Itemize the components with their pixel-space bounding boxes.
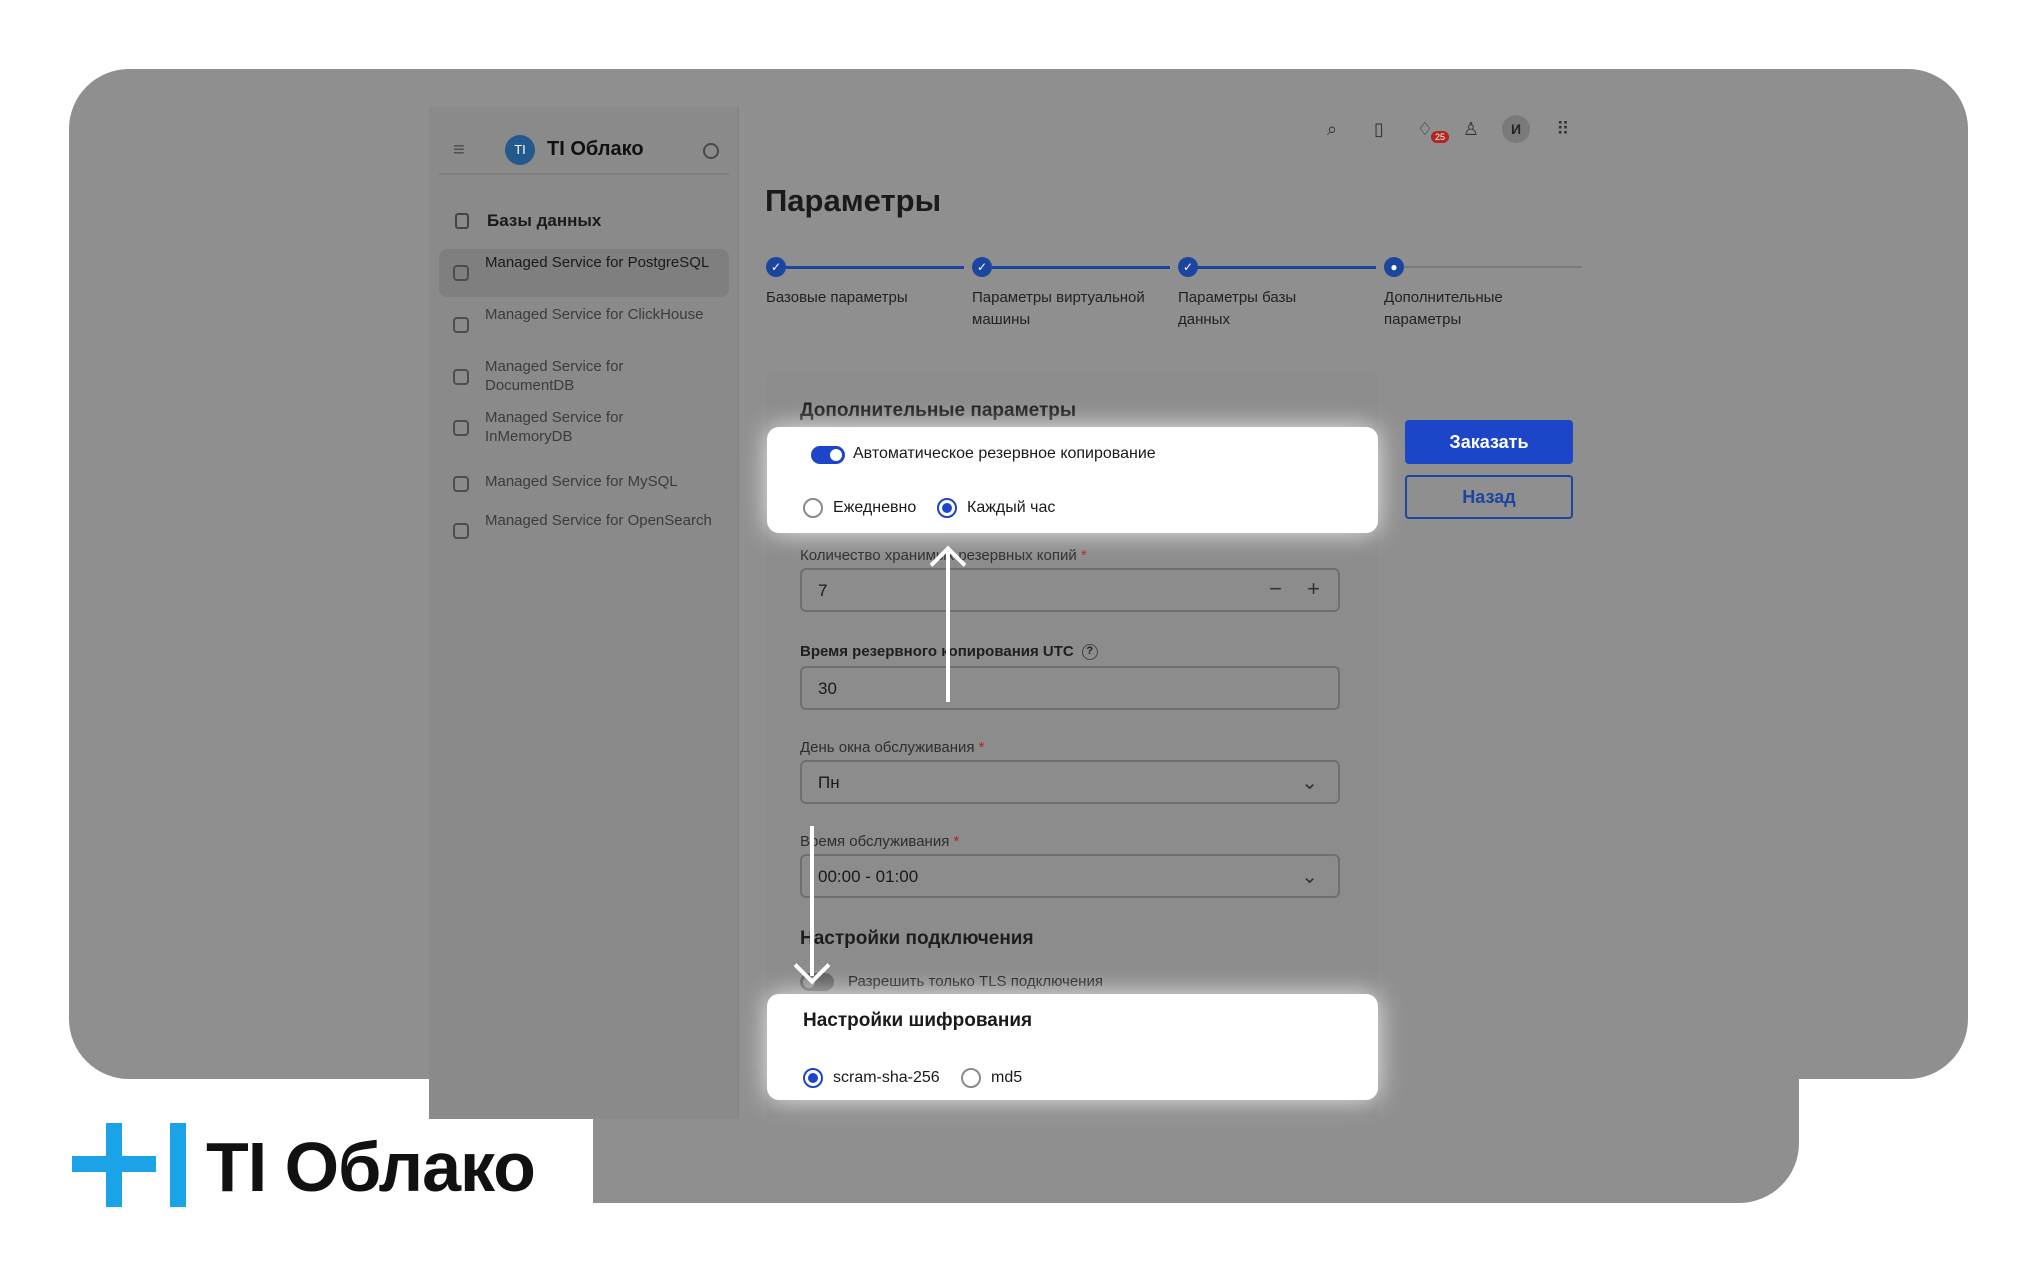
md5-radio[interactable] bbox=[961, 1068, 981, 1088]
logo-text: TI Облако bbox=[547, 138, 644, 160]
brand-logo: TI Облако bbox=[72, 1123, 552, 1207]
maintenance-day-value: Пн bbox=[818, 773, 840, 792]
sidebar-item-label: Managed Service for DocumentDB bbox=[485, 358, 624, 394]
mysql-icon bbox=[453, 476, 469, 492]
sidebar-item-label: Managed Service for InMemoryDB bbox=[485, 409, 624, 445]
documentdb-icon bbox=[453, 369, 469, 385]
sidebar-item-label: Managed Service for OpenSearch bbox=[485, 512, 712, 529]
sidebar-item-documentdb[interactable]: Managed Service for DocumentDB bbox=[439, 353, 729, 401]
step-current-icon: ● bbox=[1384, 257, 1404, 277]
maintenance-time-label: Время обслуживания * bbox=[800, 833, 960, 850]
scram-sha-256-label: scram-sha-256 bbox=[833, 1069, 940, 1086]
step-label[interactable]: Параметры виртуальной машины bbox=[972, 287, 1152, 331]
logo-icon: TI bbox=[505, 135, 535, 165]
topbar bbox=[739, 107, 1587, 157]
sidebar-item-postgresql[interactable]: Managed Service for PostgreSQL bbox=[439, 249, 729, 297]
help-icon[interactable]: ? bbox=[1081, 644, 1098, 661]
minus-icon[interactable]: − bbox=[1269, 576, 1282, 602]
encryption-highlight-panel: Настройки шифрования scram-sha-256 md5 bbox=[767, 994, 1378, 1100]
scram-sha-256-radio[interactable] bbox=[803, 1068, 823, 1088]
opensearch-icon bbox=[453, 523, 469, 539]
docs-icon[interactable]: ▯ bbox=[1369, 119, 1389, 139]
step-label[interactable]: Параметры базы данных bbox=[1178, 287, 1328, 331]
hourly-radio[interactable] bbox=[937, 498, 957, 518]
step-done-icon: ✓ bbox=[972, 257, 992, 277]
search-icon[interactable] bbox=[703, 143, 719, 159]
plus-icon[interactable]: + bbox=[1307, 576, 1320, 602]
database-icon bbox=[455, 213, 469, 229]
backup-count-stepper[interactable]: 7 − + bbox=[800, 568, 1340, 612]
step-connector bbox=[1404, 266, 1582, 268]
hourly-radio-label: Каждый час bbox=[967, 499, 1056, 516]
step-label[interactable]: Базовые параметры bbox=[766, 287, 956, 309]
daily-radio[interactable] bbox=[803, 498, 823, 518]
sidebar-item-clickhouse[interactable]: Managed Service for ClickHouse bbox=[439, 301, 729, 349]
connection-settings-title: Настройки подключения bbox=[800, 928, 1034, 949]
order-button[interactable]: Заказать bbox=[1405, 420, 1573, 464]
auto-backup-label: Автоматическое резервное копирование bbox=[853, 445, 1156, 462]
daily-radio-label: Ежедневно bbox=[833, 499, 917, 516]
sidebar-item-mysql[interactable]: Managed Service for MySQL bbox=[439, 460, 729, 508]
auto-backup-toggle[interactable] bbox=[811, 446, 845, 464]
apps-grid-icon[interactable]: ⠿ bbox=[1553, 119, 1573, 139]
tls-only-label: Разрешить только TLS подключения bbox=[848, 973, 1103, 990]
sidebar: ≡ TI TI Облако Базы данных Managed Servi… bbox=[429, 107, 739, 1119]
backup-time-input[interactable]: 30 bbox=[800, 666, 1340, 710]
sidebar-item-label: Managed Service for ClickHouse bbox=[485, 306, 704, 323]
form-title: Дополнительные параметры bbox=[800, 400, 1077, 421]
step-label[interactable]: Дополнительные параметры bbox=[1384, 287, 1534, 331]
menu-icon[interactable]: ≡ bbox=[453, 140, 471, 160]
sidebar-item-inmemorydb[interactable]: Managed Service for InMemoryDB bbox=[439, 404, 729, 452]
frame-cutout-right bbox=[1799, 1079, 2028, 1268]
sidebar-item-label: Managed Service for PostgreSQL bbox=[485, 254, 710, 271]
notification-badge: 25 bbox=[1431, 131, 1450, 143]
maintenance-day-select[interactable]: Пн ⌄ bbox=[800, 760, 1340, 804]
avatar[interactable]: И bbox=[1502, 115, 1530, 143]
chevron-down-icon: ⌄ bbox=[1301, 866, 1318, 888]
encryption-settings-title: Настройки шифрования bbox=[803, 1010, 1033, 1031]
step-connector bbox=[786, 266, 964, 269]
clickhouse-icon bbox=[453, 317, 469, 333]
brand-plus-icon bbox=[106, 1123, 122, 1207]
maintenance-day-label: День окна обслуживания * bbox=[800, 739, 985, 756]
md5-label: md5 bbox=[991, 1069, 1023, 1086]
sidebar-item-label: Managed Service for MySQL bbox=[485, 473, 678, 490]
search-icon[interactable]: ⌕ bbox=[1322, 119, 1342, 139]
brand-bar-icon bbox=[170, 1123, 186, 1207]
brand-name: TI Облако bbox=[206, 1128, 536, 1206]
backup-count-value: 7 bbox=[818, 581, 828, 600]
sidebar-header: ≡ TI TI Облако bbox=[439, 125, 729, 175]
inmemorydb-icon bbox=[453, 420, 469, 436]
chevron-down-icon: ⌄ bbox=[1301, 772, 1318, 794]
app-screenshot: ≡ TI TI Облако Базы данных Managed Servi… bbox=[429, 107, 1587, 1119]
maintenance-time-select[interactable]: 00:00 - 01:00 ⌄ bbox=[800, 854, 1340, 898]
step-connector bbox=[1198, 266, 1376, 269]
user-settings-icon[interactable]: ♙ bbox=[1461, 119, 1481, 139]
sidebar-item-opensearch[interactable]: Managed Service for OpenSearch bbox=[439, 507, 729, 555]
maintenance-time-value: 00:00 - 01:00 bbox=[818, 867, 919, 886]
step-connector bbox=[992, 266, 1170, 269]
step-done-icon: ✓ bbox=[766, 257, 786, 277]
backup-highlight-panel: Автоматическое резервное копирование Еже… bbox=[767, 427, 1378, 533]
postgresql-icon bbox=[453, 265, 469, 281]
sidebar-section-title: Базы данных bbox=[487, 211, 602, 230]
backup-time-value: 30 bbox=[818, 679, 837, 698]
page-title: Параметры bbox=[765, 183, 942, 218]
back-button[interactable]: Назад bbox=[1405, 475, 1573, 519]
step-done-icon: ✓ bbox=[1178, 257, 1198, 277]
